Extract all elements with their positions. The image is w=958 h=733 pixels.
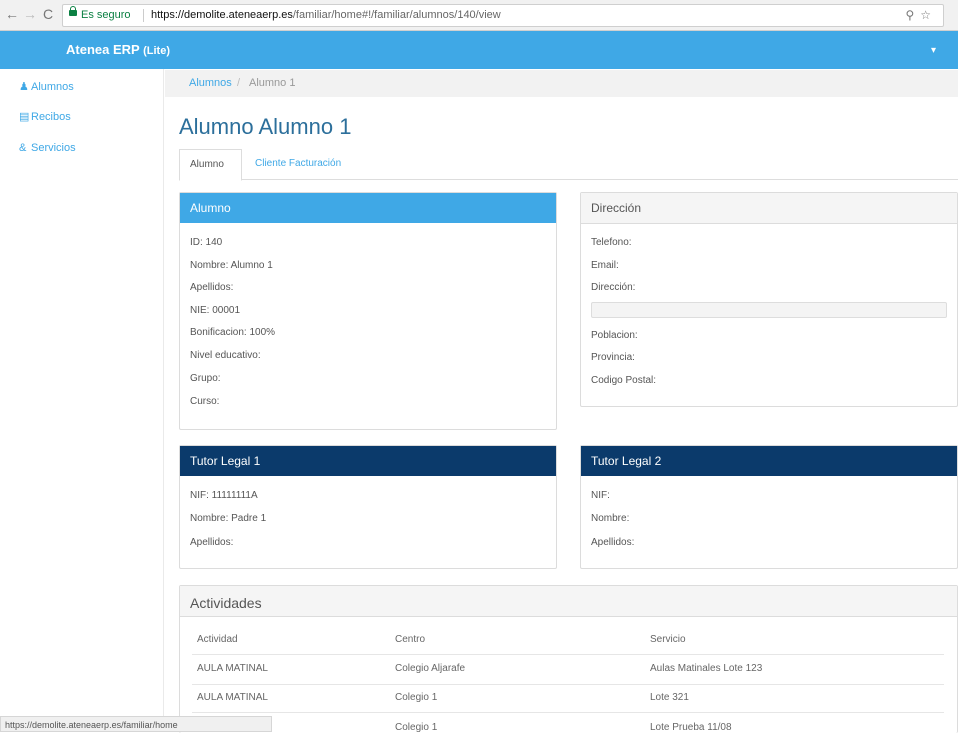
direccion-poblacion: Poblacion: <box>591 330 638 341</box>
forward-icon[interactable]: → <box>22 6 38 22</box>
secure-label: Es seguro <box>81 9 131 21</box>
direccion-provincia: Provincia: <box>591 352 635 363</box>
direccion-address-field <box>591 302 947 318</box>
breadcrumb-separator: / <box>237 77 241 89</box>
brand-logo[interactable]: Atenea ERP (Lite) <box>66 42 170 57</box>
tutor1-nif: NIF: 11111111A <box>190 490 258 501</box>
direccion-email: Email: <box>591 260 619 271</box>
breadcrumb: Alumnos / Alumno 1 <box>165 70 958 97</box>
breadcrumb-alumnos-link[interactable]: Alumnos <box>189 70 232 97</box>
reload-icon[interactable]: C <box>40 6 56 22</box>
browser-chrome: ← → C Es seguro https://demolite.ateneae… <box>0 0 958 31</box>
address-bar[interactable]: Es seguro https://demolite.ateneaerp.es/… <box>62 4 944 27</box>
table-cell: Aulas Matinales Lote 123 <box>650 663 763 674</box>
table-row-divider <box>192 712 944 713</box>
alumno-panel-title: Alumno <box>180 193 556 223</box>
back-icon[interactable]: ← <box>4 6 20 22</box>
tutor1-apellidos: Apellidos: <box>190 537 234 548</box>
tutor2-apellidos: Apellidos: <box>591 537 635 548</box>
alumno-id: ID: 140 <box>190 237 223 248</box>
alumno-nie: NIE: 00001 <box>190 305 241 316</box>
direccion-direccion: Dirección: <box>591 282 636 293</box>
user-icon: ♟ <box>19 81 29 93</box>
column-header-servicio: Servicio <box>650 634 686 645</box>
bookmark-star-icon[interactable]: ⚲☆ <box>905 5 937 26</box>
column-header-centro: Centro <box>395 634 426 645</box>
user-menu-icon[interactable]: ▾ <box>931 45 936 56</box>
sidebar: ♟ Alumnos ▤ Recibos & Servicios <box>0 69 164 732</box>
url-divider <box>143 9 144 22</box>
table-cell: Colegio 1 <box>395 722 438 733</box>
sidebar-item-servicios[interactable]: & Servicios <box>19 142 76 160</box>
lock-icon <box>69 6 77 16</box>
direccion-panel-title: Dirección <box>581 193 957 224</box>
table-cell: Lote Prueba 11/08 <box>650 722 732 733</box>
table-cell: AULA MATINAL <box>197 663 268 674</box>
tab-alumno[interactable]: Alumno <box>179 149 242 181</box>
alumno-grupo: Grupo: <box>190 373 221 384</box>
direccion-panel: Dirección Telefono: Email: Dirección: Po… <box>580 192 958 407</box>
top-navbar: Atenea ERP (Lite) ▾ <box>0 31 958 69</box>
actividades-panel: Actividades Actividad Centro Servicio AU… <box>179 585 958 733</box>
table-cell: Lote 321 <box>650 692 689 703</box>
breadcrumb-current: Alumno 1 <box>249 77 296 89</box>
alumno-curso: Curso: <box>190 396 220 407</box>
direccion-codigo-postal: Codigo Postal: <box>591 375 657 386</box>
alumno-bonificacion: Bonificacion: 100% <box>190 327 276 338</box>
alumno-panel: Alumno ID: 140 Nombre: Alumno 1 Apellido… <box>179 192 557 430</box>
direccion-telefono: Telefono: <box>591 237 632 248</box>
tutor1-nombre: Nombre: Padre 1 <box>190 513 267 524</box>
table-cell: Colegio Aljarafe <box>395 663 466 674</box>
receipt-icon: ▤ <box>19 111 30 123</box>
url-text: https://demolite.ateneaerp.es/familiar/h… <box>151 9 501 21</box>
actividades-title: Actividades <box>190 595 262 611</box>
tab-bar: Alumno Cliente Facturación <box>179 149 958 181</box>
services-icon: & <box>19 142 27 154</box>
sidebar-item-recibos[interactable]: ▤ Recibos <box>19 110 71 128</box>
table-cell: AULA MATINAL <box>197 692 268 703</box>
tutor2-panel: Tutor Legal 2 NIF: Nombre: Apellidos: <box>580 445 958 569</box>
tutor1-panel: Tutor Legal 1 NIF: 11111111A Nombre: Pad… <box>179 445 557 569</box>
alumno-nivel-educativo: Nivel educativo: <box>190 350 261 361</box>
tutor2-nombre: Nombre: <box>591 513 630 524</box>
page-title: Alumno Alumno 1 <box>179 114 352 139</box>
status-bar-url: https://demolite.ateneaerp.es/familiar/h… <box>0 716 272 732</box>
column-header-actividad: Actividad <box>197 634 238 645</box>
alumno-nombre: Nombre: Alumno 1 <box>190 260 273 271</box>
table-cell: Colegio 1 <box>395 692 438 703</box>
sidebar-item-alumnos[interactable]: ♟ Alumnos <box>19 80 74 98</box>
alumno-apellidos: Apellidos: <box>190 282 234 293</box>
tutor1-panel-title: Tutor Legal 1 <box>180 446 556 476</box>
tutor2-panel-title: Tutor Legal 2 <box>581 446 957 476</box>
table-row-divider <box>192 684 944 685</box>
actividades-header <box>180 586 957 617</box>
tab-cliente-facturacion[interactable]: Cliente Facturación <box>245 149 351 179</box>
table-header-divider <box>192 654 944 655</box>
tutor2-nif: NIF: <box>591 490 610 501</box>
